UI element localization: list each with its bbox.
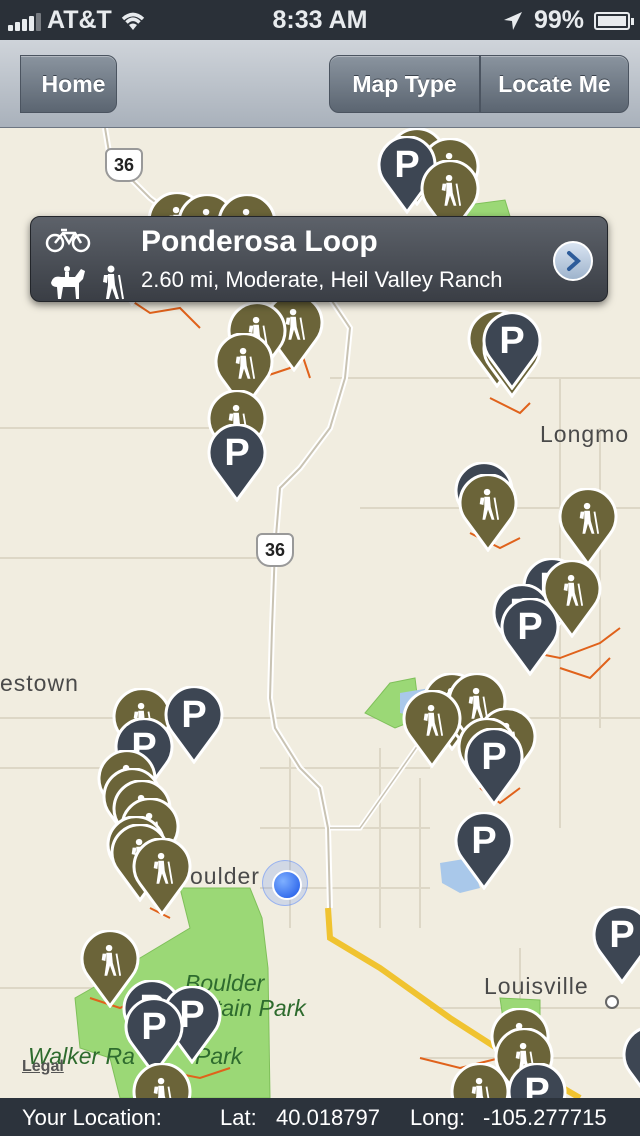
- location-arrow-icon: [503, 11, 522, 30]
- map-label-jamestown: estown: [0, 670, 79, 696]
- parking-pin[interactable]: P: [590, 906, 640, 984]
- longitude-label: Long:: [410, 1105, 466, 1130]
- parking-p-label: P: [524, 1071, 550, 1098]
- parking-pin[interactable]: P: [480, 312, 544, 390]
- parking-p-label: P: [609, 914, 635, 956]
- location-info-bar: Your Location: Lat: 40.018797 Long: -105…: [0, 1098, 640, 1136]
- highway-36-shield-south: 36: [256, 533, 294, 567]
- horse-icon: [51, 266, 85, 299]
- hiker-icon: [563, 574, 584, 606]
- parking-p-label: P: [471, 820, 497, 862]
- parking-p-label: P: [620, 1034, 640, 1077]
- trail-subtitle: 2.60 mi, Moderate, Heil Valley Ranch: [141, 267, 503, 292]
- navigation-bar: Home Map Type Locate Me: [0, 40, 640, 128]
- parking-p-label: P: [499, 320, 525, 362]
- locate-me-label: Locate Me: [498, 70, 611, 97]
- legal-link[interactable]: Legal: [22, 1058, 64, 1076]
- status-right: 99%: [502, 6, 634, 35]
- map-label-longmont: Longmo: [540, 421, 630, 447]
- map-type-button[interactable]: Map Type: [329, 55, 480, 113]
- parking-p-label: P: [517, 606, 543, 648]
- hiker-icon: [235, 347, 256, 379]
- trailhead-pin[interactable]: [556, 488, 620, 566]
- trail-callout[interactable]: Ponderosa Loop 2.60 mi, Moderate, Heil V…: [30, 216, 608, 302]
- hiker-icon: [579, 502, 600, 534]
- status-bar: AT&T 8:33 AM 99%: [0, 0, 640, 40]
- parking-pin[interactable]: P: [505, 1063, 569, 1098]
- chevron-right-icon: [567, 251, 582, 271]
- battery-fill: [598, 15, 626, 26]
- latitude-label: Lat:: [220, 1105, 257, 1130]
- latitude-value: 40.018797: [276, 1105, 380, 1130]
- hiker-icon: [153, 1077, 172, 1098]
- battery-percent: 99%: [533, 6, 584, 34]
- current-location-dot: [262, 860, 308, 906]
- hiker-icon: [153, 852, 174, 884]
- hiker-icon: [479, 488, 500, 520]
- parking-pin[interactable]: P: [462, 728, 526, 806]
- hiker-icon: [471, 1077, 490, 1098]
- highway-36-shield-north: 36: [105, 148, 143, 182]
- your-location-label: Your Location:: [22, 1105, 162, 1130]
- hiker-icon: [423, 704, 444, 736]
- parking-p-label: P: [481, 736, 507, 778]
- battery-icon: [594, 11, 634, 30]
- parking-pin[interactable]: P: [498, 598, 562, 676]
- parking-pin[interactable]: P: [620, 1026, 640, 1098]
- map-label-boulder: oulder: [190, 863, 260, 889]
- hiker-icon: [441, 174, 462, 206]
- bike-icon: [45, 228, 91, 253]
- hiker-icon: [103, 265, 124, 300]
- trailhead-pin[interactable]: [448, 1063, 512, 1098]
- trail-title: Ponderosa Loop: [141, 225, 378, 258]
- parking-p-label: P: [141, 1006, 167, 1048]
- longitude-value: -105.277715: [483, 1105, 607, 1130]
- home-button-label: Home: [41, 70, 106, 97]
- detail-disclosure-button[interactable]: [553, 241, 593, 281]
- home-back-button[interactable]: Home: [20, 55, 117, 113]
- trailhead-pin[interactable]: [456, 474, 520, 552]
- map-label-louisville: Louisville: [484, 973, 589, 999]
- locate-me-button[interactable]: Locate Me: [480, 55, 629, 113]
- parking-p-label: P: [224, 432, 250, 474]
- park-label-mountain-park: tain Park: [215, 995, 306, 1021]
- trailhead-pin[interactable]: [130, 1063, 194, 1098]
- map-type-label: Map Type: [352, 70, 457, 97]
- hiker-icon: [101, 944, 122, 976]
- parking-pin[interactable]: P: [452, 812, 516, 890]
- trailhead-pin[interactable]: [130, 838, 194, 916]
- parking-pin[interactable]: P: [205, 424, 269, 502]
